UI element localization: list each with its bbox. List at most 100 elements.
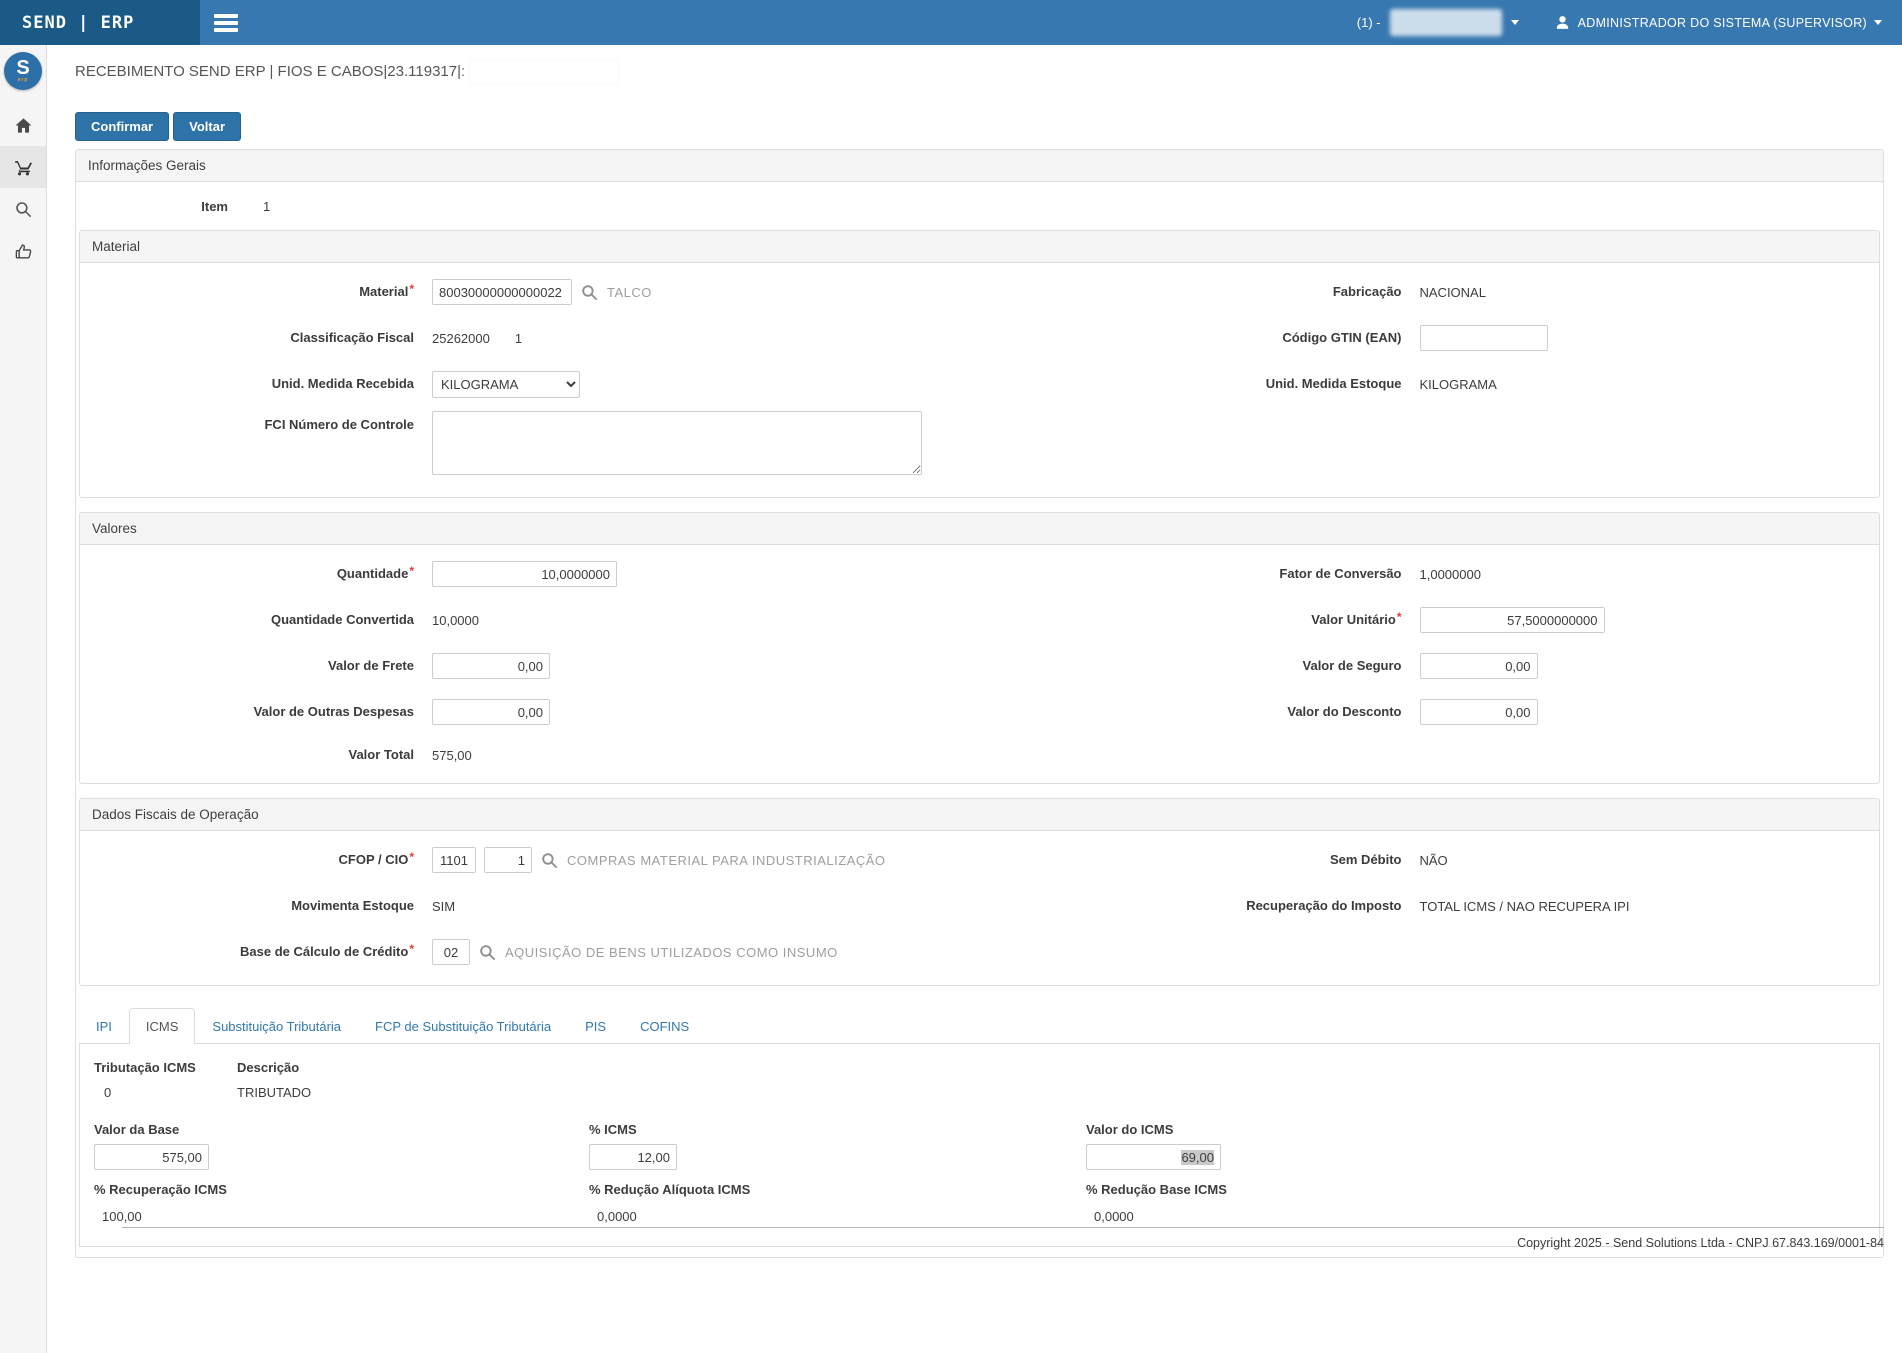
tab-pis[interactable]: PIS [568,1008,623,1044]
valor-frete-label: Valor de Frete [80,658,432,674]
quantidade-convertida-label: Quantidade Convertida [80,612,432,628]
pct-reducao-aliquota-value: 0,0000 [589,1209,1086,1224]
tab-icms[interactable]: ICMS [129,1008,196,1044]
recuperacao-imposto-value: TOTAL ICMS / NAO RECUPERA IPI [1420,899,1630,914]
valor-seguro-input[interactable] [1420,653,1538,679]
sem-debito-value: NÃO [1420,853,1448,868]
user-name-label: ADMINISTRADOR DO SISTEMA (SUPERVISOR) [1578,16,1867,30]
unid-medida-recebida-select[interactable]: KILOGRAMA [432,371,580,398]
cfop-description: COMPRAS MATERIAL PARA INDUSTRIALIZAÇÃO [567,853,886,868]
gtin-input[interactable] [1420,325,1548,351]
general-info-header: Informações Gerais [76,150,1883,182]
quantidade-convertida-value: 10,0000 [432,613,479,628]
sidebar-item-approvals[interactable] [0,230,46,272]
material-panel: Material Material* TALCO [79,230,1880,498]
valor-total-value: 575,00 [432,748,472,763]
unid-medida-estoque-label: Unid. Medida Estoque [980,376,1420,392]
tab-substituicao-tributaria[interactable]: Substituição Tributária [195,1008,358,1044]
cfop-lookup-magnifier-icon[interactable] [540,851,559,870]
menu-toggle-button[interactable] [200,0,252,45]
company-selector[interactable] [1390,9,1502,36]
item-value: 1 [263,199,270,214]
tab-ipi[interactable]: IPI [79,1008,129,1044]
pct-recuperacao-icms-label: % Recuperação ICMS [94,1182,589,1197]
quantidade-input[interactable] [432,561,617,587]
valor-icms-input[interactable]: 69,00 [1086,1144,1221,1170]
unid-medida-estoque-value: KILOGRAMA [1420,377,1497,392]
top-navbar: SEND | ERP (1) - ADMINISTRADOR DO SISTEM… [0,0,1902,45]
shopping-cart-icon [14,158,33,177]
base-credito-lookup-magnifier-icon[interactable] [478,943,497,962]
pct-reducao-aliquota-label: % Redução Alíquota ICMS [589,1182,1086,1197]
home-icon [14,116,33,135]
fci-label: FCI Número de Controle [80,411,432,433]
sidebar-item-search[interactable] [0,188,46,230]
cio-input[interactable] [484,847,532,873]
search-icon [14,200,33,219]
hamburger-icon [214,11,238,35]
tab-fcp-substituicao-tributaria[interactable]: FCP de Substituição Tributária [358,1008,568,1044]
item-label: Item [78,199,228,214]
pct-icms-input[interactable] [589,1144,677,1170]
unid-medida-recebida-label: Unid. Medida Recebida [80,376,432,392]
user-menu[interactable]: ADMINISTRADOR DO SISTEMA (SUPERVISOR) [1554,14,1882,31]
valor-unitario-input[interactable] [1420,607,1605,633]
classificacao-fiscal-label: Classificação Fiscal [80,330,432,346]
descricao-header: Descrição [237,1060,299,1075]
general-info-panel: Informações Gerais Item 1 Material Mater… [75,149,1884,1258]
valor-unitario-label: Valor Unitário* [980,612,1420,628]
cfop-input[interactable] [432,847,476,873]
confirm-button[interactable]: Confirmar [75,112,169,141]
pct-reducao-base-label: % Redução Base ICMS [1086,1182,1865,1197]
base-credito-description: AQUISIÇÃO DE BENS UTILIZADOS COMO INSUMO [505,945,838,960]
material-lookup-magnifier-icon[interactable] [580,283,599,302]
tab-cofins[interactable]: COFINS [623,1008,706,1044]
cfop-cio-label: CFOP / CIO* [80,852,432,868]
pct-recuperacao-icms-value: 100,00 [94,1209,589,1224]
sidebar-item-home[interactable] [0,104,46,146]
material-header: Material [80,231,1879,263]
back-button[interactable]: Voltar [173,112,241,141]
fabricacao-value: NACIONAL [1420,285,1486,300]
material-input[interactable] [432,279,572,305]
valores-panel: Valores Quantidade* Fator de Conversão 1… [79,512,1880,784]
page-title: RECEBIMENTO SEND ERP | FIOS E CABOS|23.1… [75,63,465,80]
valor-seguro-label: Valor de Seguro [980,658,1420,674]
valor-desconto-input[interactable] [1420,699,1538,725]
valor-outras-despesas-label: Valor de Outras Despesas [80,704,432,720]
valor-icms-label: Valor do ICMS [1086,1122,1865,1137]
required-asterisk: * [409,282,414,296]
valor-icms-selected-text: 69,00 [1181,1150,1214,1165]
redacted-supplier-name [469,59,619,84]
required-asterisk: * [409,942,414,956]
valores-header: Valores [80,513,1879,545]
app-brand: SEND | ERP [0,0,200,45]
company-index-label: (1) - [1357,15,1381,30]
gtin-label: Código GTIN (EAN) [980,330,1420,346]
required-asterisk: * [409,850,414,864]
classificacao-fiscal-extra: 1 [515,331,522,346]
fator-conversao-label: Fator de Conversão [980,566,1420,582]
valor-base-label: Valor da Base [94,1122,589,1137]
recuperacao-imposto-label: Recuperação do Imposto [980,898,1420,914]
required-asterisk: * [1397,610,1402,624]
fci-textarea[interactable] [432,411,922,475]
caret-down-icon [1511,20,1519,25]
send-logo: Serp [4,52,42,90]
sidebar-item-purchases[interactable] [0,146,46,188]
valor-outras-despesas-input[interactable] [432,699,550,725]
thumbs-up-icon [14,242,33,261]
movimenta-estoque-label: Movimenta Estoque [80,898,432,914]
caret-down-icon [1874,20,1882,25]
base-calculo-credito-input[interactable] [432,939,470,965]
base-calculo-credito-label: Base de Cálculo de Crédito* [80,944,432,960]
dados-fiscais-header: Dados Fiscais de Operação [80,799,1879,831]
left-sidebar: Serp [0,45,47,1353]
valor-base-input[interactable] [94,1144,209,1170]
movimenta-estoque-value: SIM [432,899,455,914]
material-label: Material* [80,284,432,300]
tributacao-icms-header: Tributação ICMS [94,1060,237,1075]
tax-tabs: IPI ICMS Substituição Tributária FCP de … [79,1008,1880,1044]
copyright-footer: Copyright 2025 - Send Solutions Ltda - C… [122,1227,1884,1250]
valor-frete-input[interactable] [432,653,550,679]
